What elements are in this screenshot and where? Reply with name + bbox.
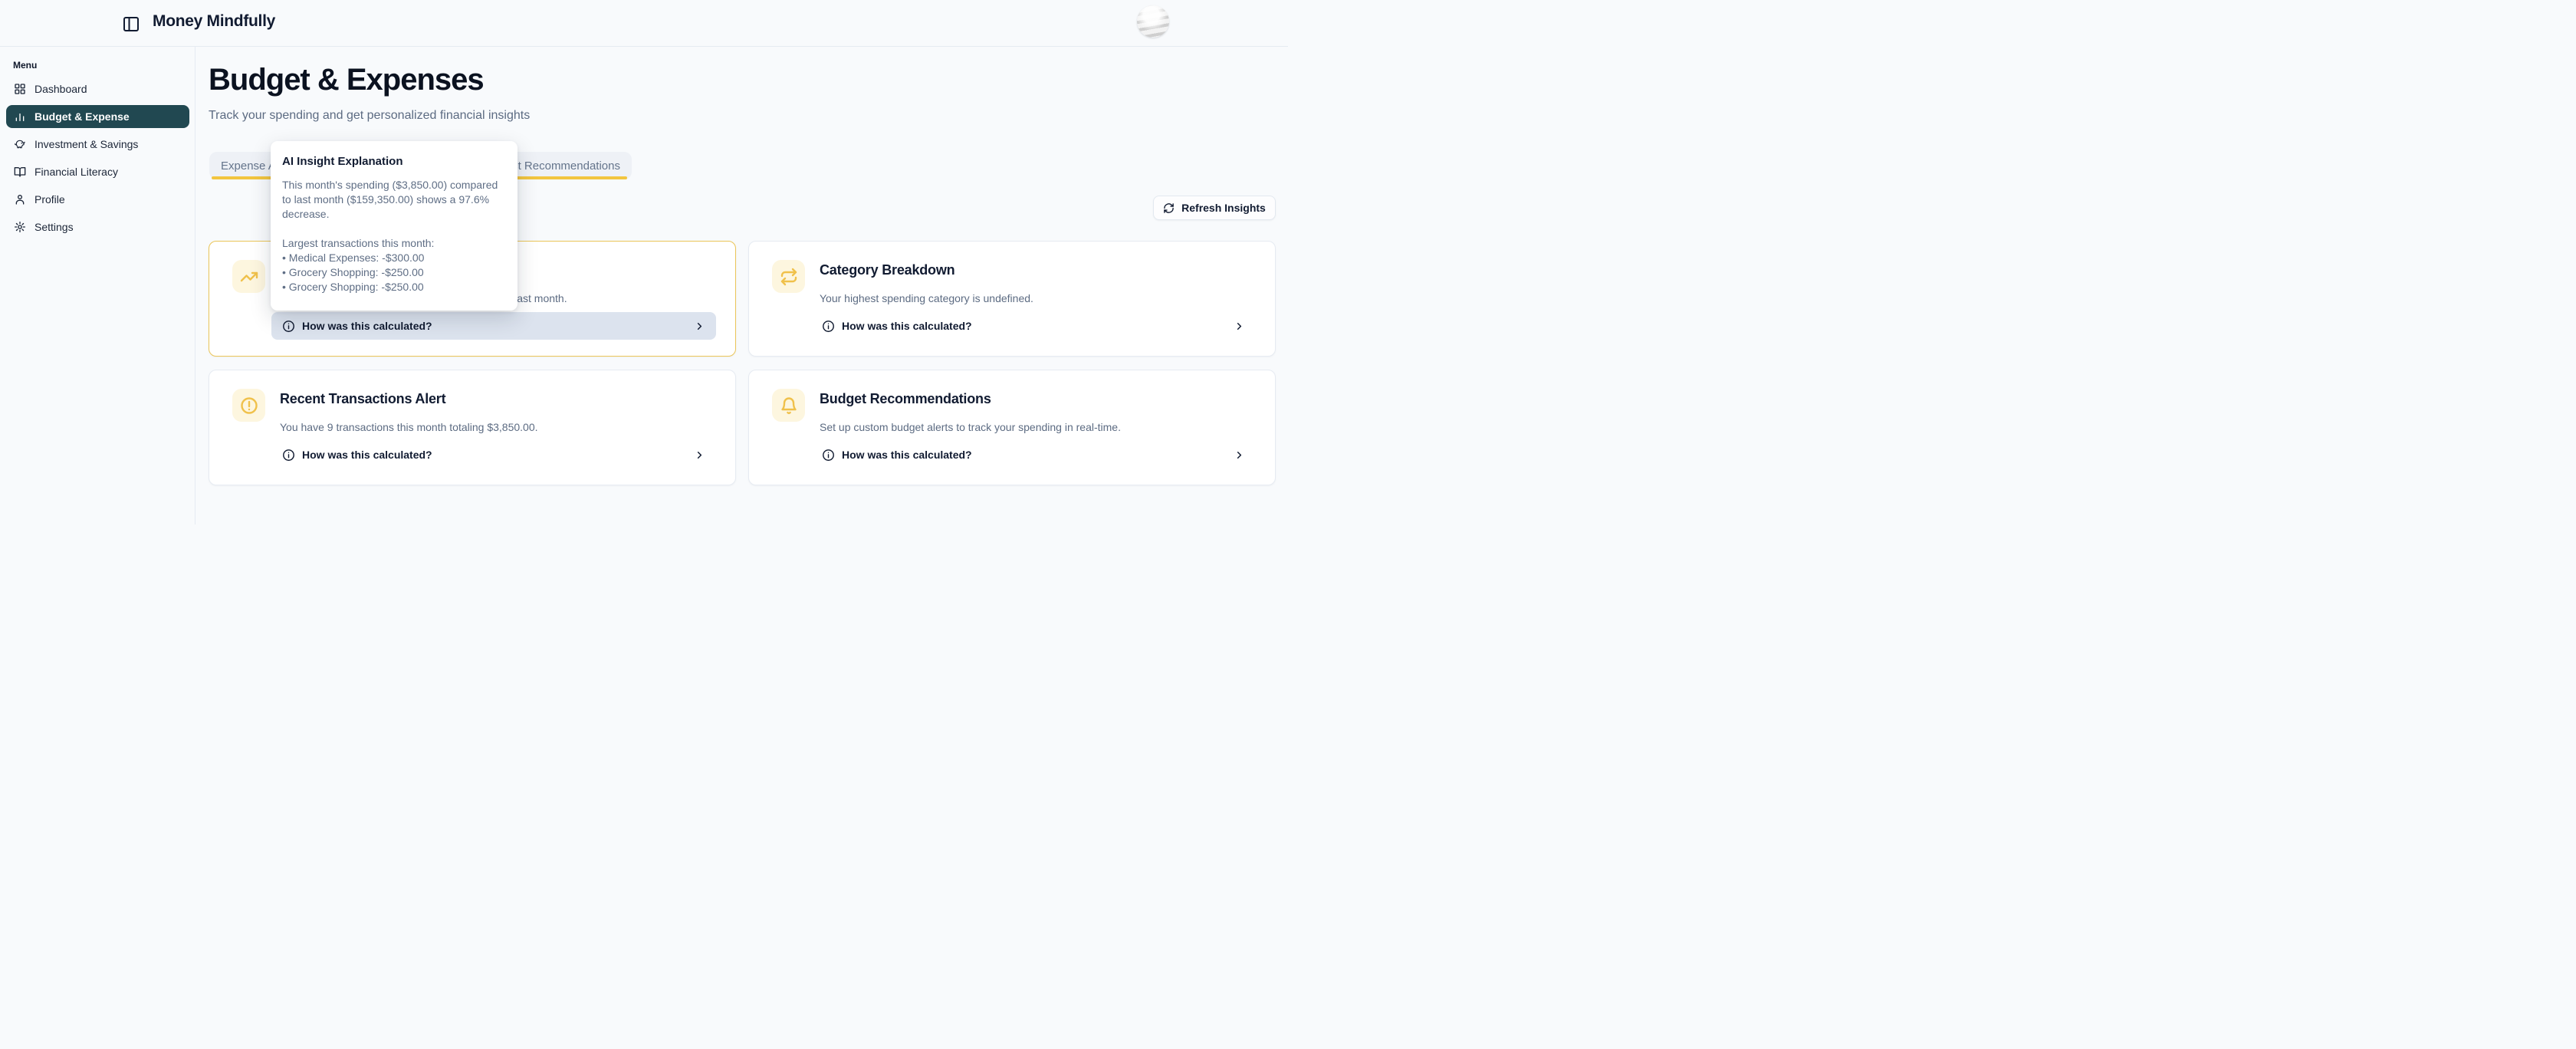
sidebar-item-label: Settings xyxy=(34,221,74,233)
app-title: Money Mindfully xyxy=(153,12,275,31)
refresh-insights-label: Refresh Insights xyxy=(1181,202,1266,214)
refresh-icon xyxy=(1163,202,1175,214)
how-calculated-label: How was this calculated? xyxy=(302,449,432,461)
user-icon xyxy=(14,193,26,206)
bar-chart-icon xyxy=(14,110,26,123)
card-description: You have 9 transactions this month total… xyxy=(280,421,538,433)
how-calculated-row[interactable]: How was this calculated? xyxy=(271,441,716,469)
how-calculated-row[interactable]: How was this calculated? xyxy=(271,312,716,340)
info-icon xyxy=(282,320,295,333)
sidebar-item-label: Dashboard xyxy=(34,83,87,95)
card-description: Set up custom budget alerts to track you… xyxy=(820,421,1121,433)
sidebar-item-investment-savings[interactable]: Investment & Savings xyxy=(6,133,189,156)
popover-line: • Grocery Shopping: -$250.00 xyxy=(282,280,506,294)
popover-line: Largest transactions this month: xyxy=(282,236,506,251)
card-icon-badge xyxy=(232,389,265,422)
info-icon xyxy=(822,449,835,462)
sidebar-item-label: Financial Literacy xyxy=(34,166,118,178)
how-calculated-label: How was this calculated? xyxy=(302,320,432,332)
info-icon xyxy=(822,320,835,333)
sidebar-item-label: Profile xyxy=(34,193,65,206)
how-calculated-row[interactable]: How was this calculated? xyxy=(811,441,1256,469)
card-category-breakdown: Category Breakdown Your highest spending… xyxy=(748,241,1276,357)
how-calculated-label: How was this calculated? xyxy=(842,449,972,461)
card-description: Your highest spending category is undefi… xyxy=(820,292,1033,304)
panel-left-icon xyxy=(122,15,140,33)
sidebar-item-budget-expense[interactable]: Budget & Expense xyxy=(6,105,189,128)
card-icon-badge xyxy=(772,389,805,422)
popover-line: • Grocery Shopping: -$250.00 xyxy=(282,265,506,280)
trending-up-icon xyxy=(240,268,258,286)
how-calculated-row[interactable]: How was this calculated? xyxy=(811,312,1256,340)
sidebar-item-profile[interactable]: Profile xyxy=(6,188,189,211)
popover-line: to last month ($159,350.00) shows a 97.6… xyxy=(282,192,506,207)
sidebar-item-financial-literacy[interactable]: Financial Literacy xyxy=(6,160,189,183)
chevron-right-icon xyxy=(1234,449,1245,461)
sidebar-item-settings[interactable]: Settings xyxy=(6,215,189,238)
sidebar-item-dashboard[interactable]: Dashboard xyxy=(6,77,189,100)
popover-line xyxy=(282,222,506,236)
book-open-icon xyxy=(14,166,26,178)
popover-line: • Medical Expenses: -$300.00 xyxy=(282,251,506,265)
piggy-bank-icon xyxy=(14,138,26,150)
sidebar-section-label: Menu xyxy=(13,60,37,71)
sidebar-nav: Dashboard Budget & Expense Investment & … xyxy=(6,77,189,243)
sidebar-item-label: Investment & Savings xyxy=(34,138,138,150)
page-title: Budget & Expenses xyxy=(209,63,484,97)
card-recent-transactions-alert: Recent Transactions Alert You have 9 tra… xyxy=(209,370,736,485)
chevron-right-icon xyxy=(694,449,705,461)
gear-icon xyxy=(14,221,26,233)
sidebar-item-label: Budget & Expense xyxy=(34,110,130,123)
chevron-right-icon xyxy=(694,321,705,332)
sidebar: Menu Dashboard Budget & Expense xyxy=(0,47,196,524)
alert-circle-icon xyxy=(240,396,258,415)
ai-insight-popover: AI Insight Explanation This month's spen… xyxy=(271,141,518,311)
card-title: Budget Recommendations xyxy=(820,391,991,407)
popover-line: decrease. xyxy=(282,207,506,222)
how-calculated-label: How was this calculated? xyxy=(842,320,972,332)
card-title: Recent Transactions Alert xyxy=(280,391,445,407)
page-subtitle: Track your spending and get personalized… xyxy=(209,109,530,123)
card-title: Category Breakdown xyxy=(820,262,955,278)
app-header: Money Mindfully xyxy=(0,0,1288,47)
avatar[interactable] xyxy=(1137,5,1169,38)
popover-line: This month's spending ($3,850.00) compar… xyxy=(282,178,506,192)
sidebar-toggle-button[interactable] xyxy=(122,15,140,33)
card-icon-badge xyxy=(232,260,265,293)
ai-insight-popover-body: This month's spending ($3,850.00) compar… xyxy=(282,178,506,294)
dashboard-icon xyxy=(14,83,26,95)
card-budget-recommendations: Budget Recommendations Set up custom bud… xyxy=(748,370,1276,485)
bell-icon xyxy=(780,396,798,415)
info-icon xyxy=(282,449,295,462)
chevron-right-icon xyxy=(1234,321,1245,332)
card-icon-badge xyxy=(772,260,805,293)
repeat-icon xyxy=(780,268,798,286)
refresh-insights-button[interactable]: Refresh Insights xyxy=(1153,196,1276,220)
ai-insight-popover-title: AI Insight Explanation xyxy=(282,155,506,168)
